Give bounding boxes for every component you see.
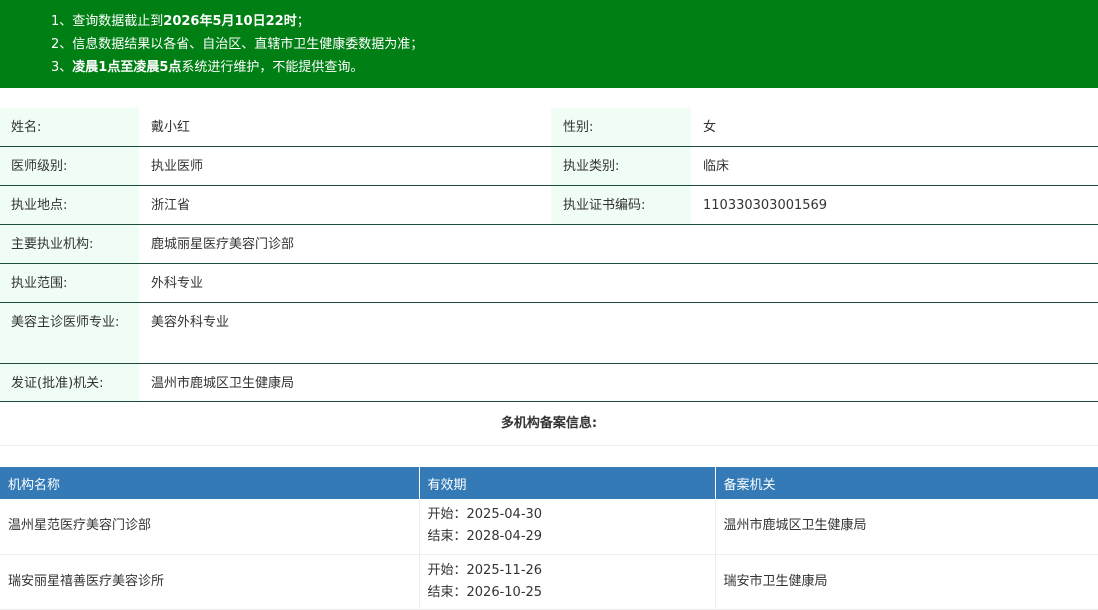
multi-institution-title: 多机构备案信息: [0, 403, 1098, 446]
cert-label: 执业证书编码: [551, 186, 691, 224]
gender-label: 性别: [551, 108, 691, 146]
info-row-name: 姓名: 戴小红 性别: 女 [0, 108, 1098, 147]
info-row-level: 医师级别: 执业医师 执业类别: 临床 [0, 147, 1098, 186]
info-row-scope: 执业范围: 外科专业 [0, 264, 1098, 303]
cosmetic-value: 美容外科专业 [151, 315, 230, 330]
authority-cell: 温州市鹿城区卫生健康局 [715, 499, 1098, 555]
info-row-issuer: 发证(批准)机关: 温州市鹿城区卫生健康局 [0, 364, 1098, 402]
col-authority: 备案机关 [715, 467, 1098, 499]
authority-cell: 瑞安市卫生健康局 [715, 554, 1098, 610]
table-row: 瑞安丽星禧善医疗美容诊所 开始：2025-11-26 结束：2026-10-25 … [0, 554, 1098, 610]
validity-cell: 开始：2025-11-26 结束：2026-10-25 [419, 554, 716, 610]
org-name-cell: 瑞安丽星禧善医疗美容诊所 [0, 554, 420, 610]
col-org-name: 机构名称 [0, 467, 420, 499]
level-label: 医师级别: [0, 147, 139, 185]
notice-banner: 1、查询数据截止到2026年5月10日22时； 2、信息数据结果以各省、自治区、… [0, 0, 1098, 88]
doctor-info-table: 姓名: 戴小红 性别: 女 医师级别: 执业医师 执业类别: 临床 执业地点: … [0, 108, 1098, 402]
category-value: 临床 [703, 159, 730, 174]
issuer-value: 温州市鹿城区卫生健康局 [151, 376, 295, 391]
validity-start: 开始：2025-11-26 [427, 562, 543, 578]
table-row: 温州星范医疗美容门诊部 开始：2025-04-30 结束：2028-04-29 温… [0, 499, 1098, 555]
name-value: 戴小红 [151, 120, 191, 135]
org-name-cell: 温州星范医疗美容门诊部 [0, 499, 420, 555]
institution-label: 主要执业机构: [0, 225, 139, 263]
notice-line-3: 3、凌晨1点至凌晨5点系统进行维护，不能提供查询。 [51, 60, 364, 75]
scope-label: 执业范围: [0, 264, 139, 302]
issuer-label: 发证(批准)机关: [0, 364, 139, 401]
location-label: 执业地点: [0, 186, 139, 224]
gender-value: 女 [703, 120, 717, 135]
category-label: 执业类别: [551, 147, 691, 185]
validity-end: 结束：2026-10-25 [427, 584, 543, 600]
cosmetic-label: 美容主诊医师专业: [0, 303, 139, 363]
scope-value: 外科专业 [151, 276, 204, 291]
notice-line-2: 2、信息数据结果以各省、自治区、直辖市卫生健康委数据为准； [51, 37, 424, 52]
registration-header-row: 机构名称 有效期 备案机关 [0, 467, 1098, 499]
notice-line-1: 1、查询数据截止到2026年5月10日22时； [51, 14, 310, 29]
validity-start: 开始：2025-04-30 [427, 507, 543, 523]
info-row-location: 执业地点: 浙江省 执业证书编码: 110330303001569 [0, 186, 1098, 225]
info-row-cosmetic: 美容主诊医师专业: 美容外科专业 [0, 303, 1098, 364]
location-value: 浙江省 [151, 198, 191, 213]
validity-cell: 开始：2025-04-30 结束：2028-04-29 [419, 499, 716, 555]
info-row-institution: 主要执业机构: 鹿城丽星医疗美容门诊部 [0, 225, 1098, 264]
cert-value: 110330303001569 [703, 198, 828, 213]
registration-table: 机构名称 有效期 备案机关 温州星范医疗美容门诊部 开始：2025-04-30 结… [0, 467, 1098, 610]
col-validity: 有效期 [419, 467, 716, 499]
name-label: 姓名: [0, 108, 139, 146]
validity-end: 结束：2028-04-29 [427, 529, 543, 545]
level-value: 执业医师 [151, 159, 204, 174]
institution-value: 鹿城丽星医疗美容门诊部 [151, 237, 295, 252]
